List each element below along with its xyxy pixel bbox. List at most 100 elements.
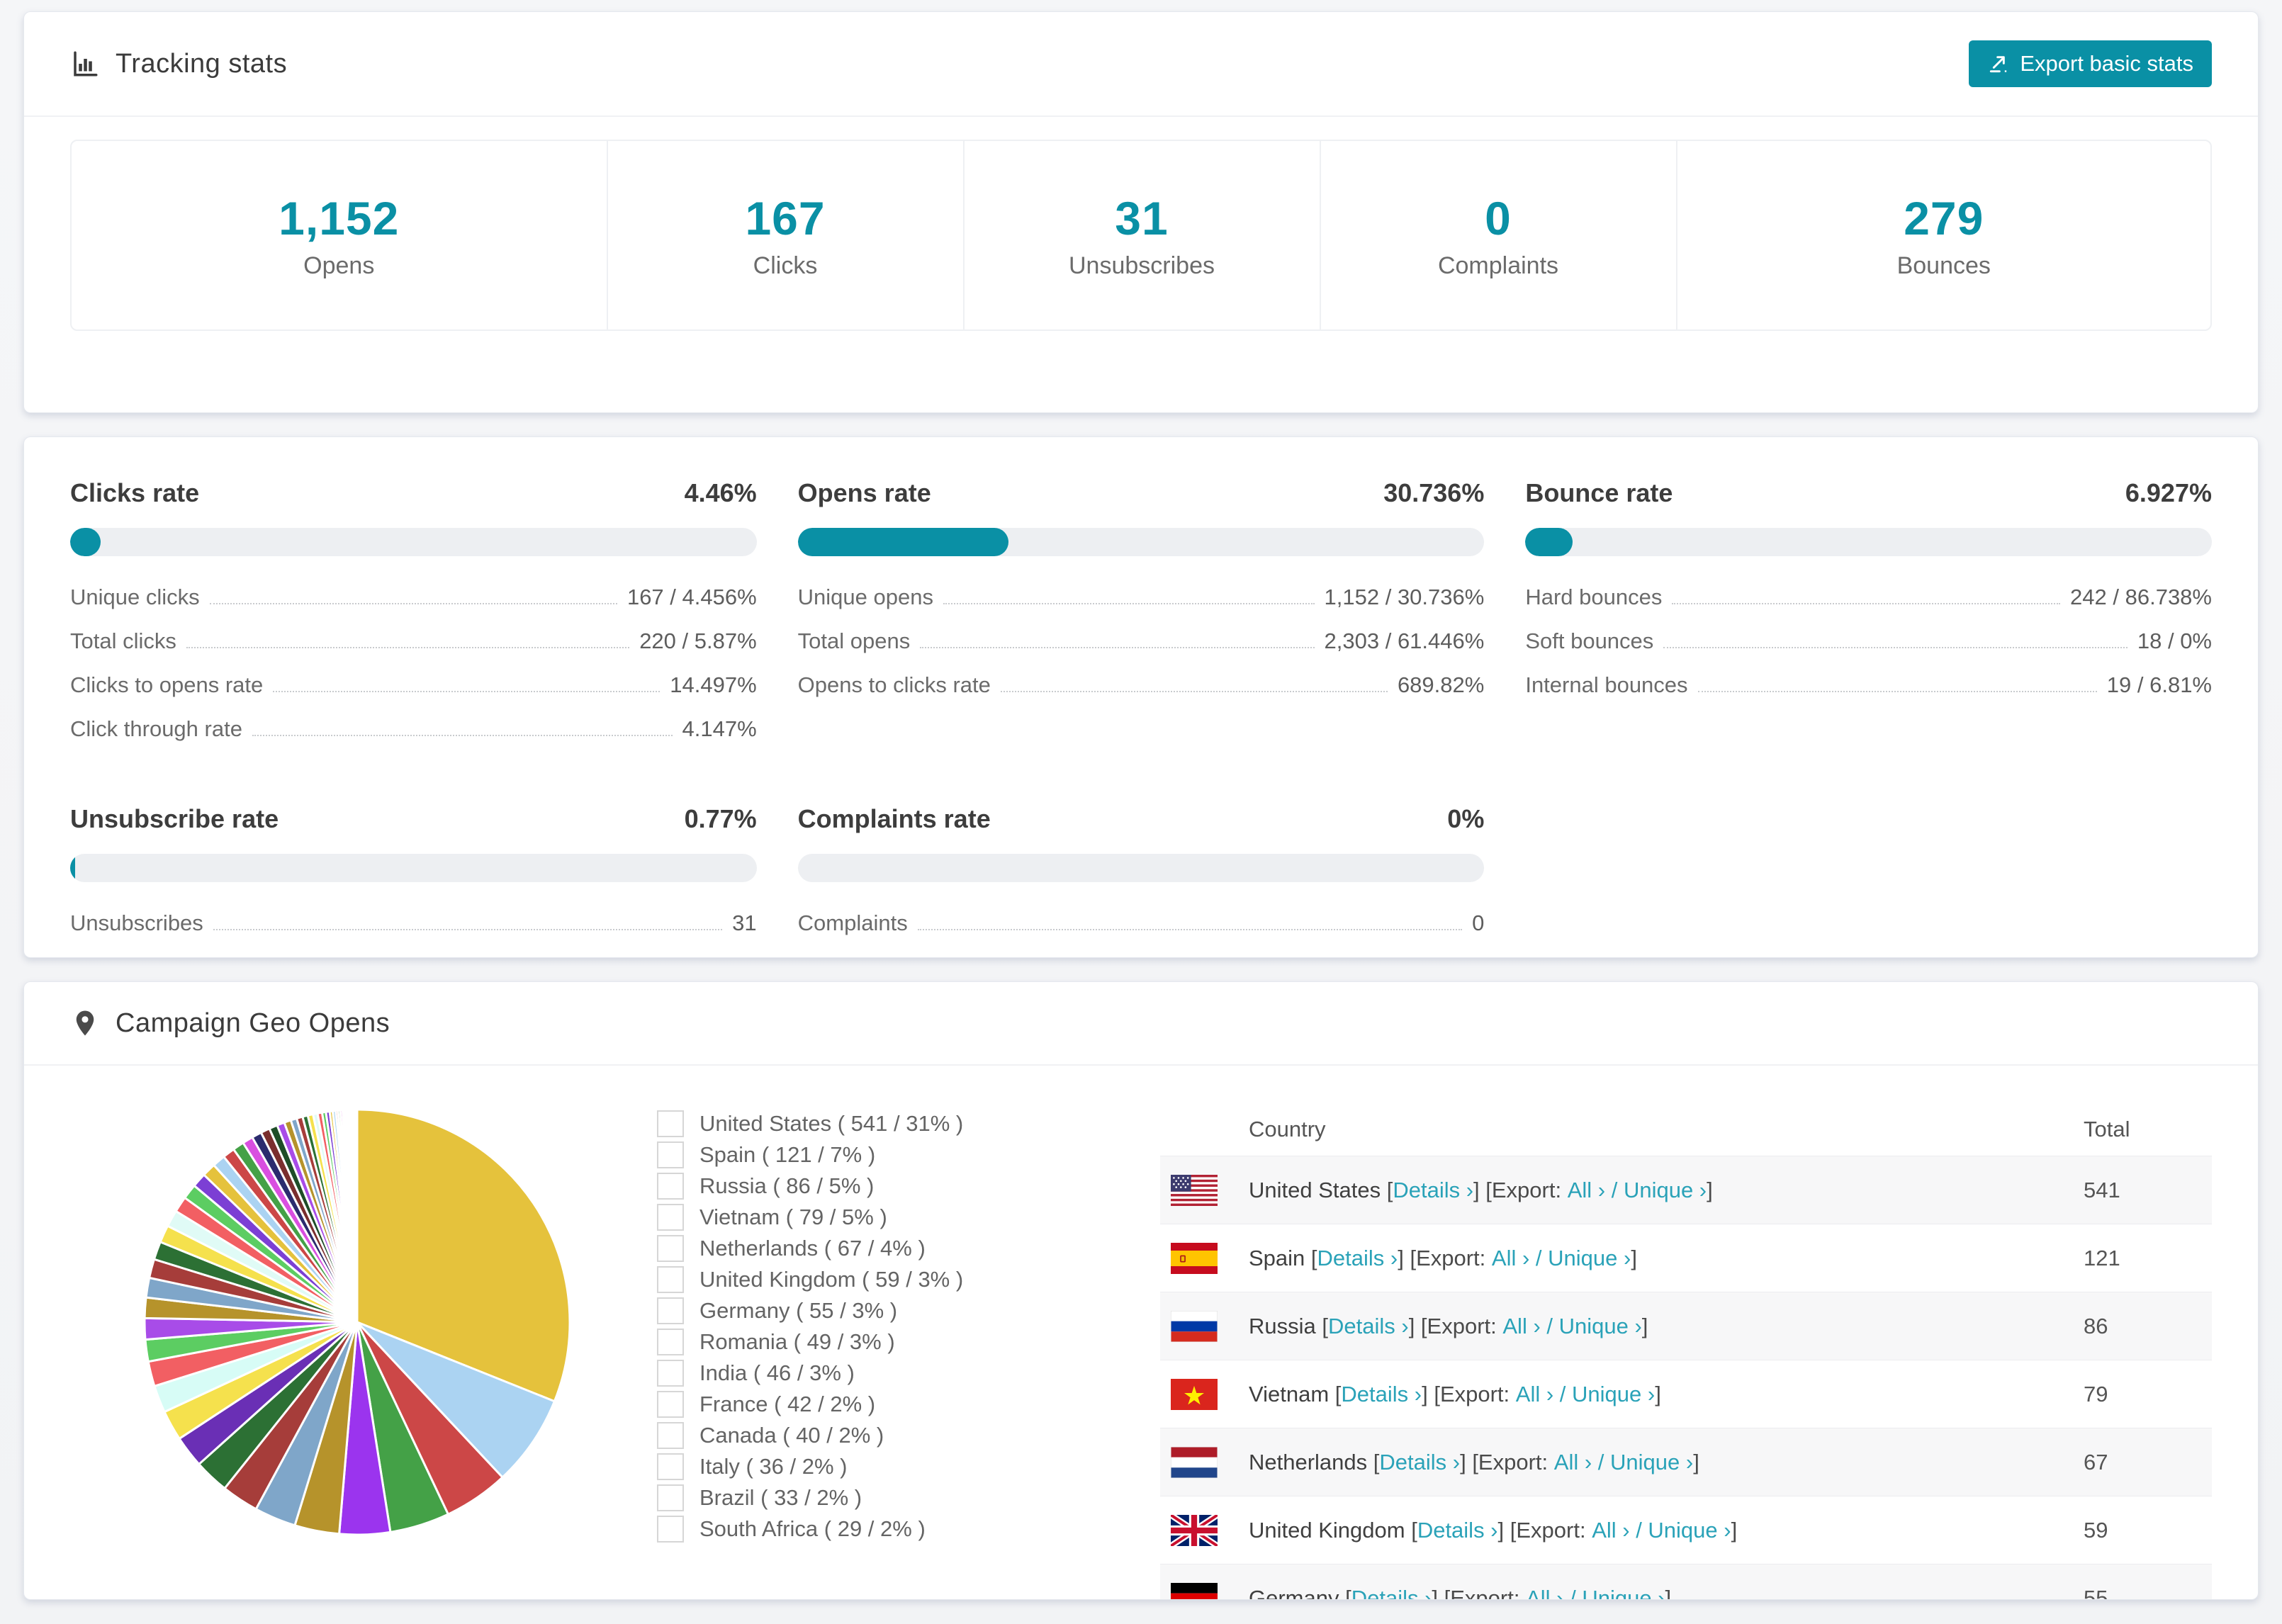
- details-link[interactable]: Details ›: [1341, 1382, 1422, 1407]
- geo-legend: United States ( 541 / 31% ) Spain ( 121 …: [657, 1108, 1146, 1545]
- export-all-link[interactable]: All ›: [1568, 1178, 1605, 1203]
- export-unique-link[interactable]: Unique ›: [1548, 1246, 1631, 1271]
- legend-swatch: [657, 1391, 684, 1418]
- opens-rate-block: Opens rate 30.736% Unique opens 1,152 / 3…: [797, 478, 1485, 760]
- metric-row: Total clicks 220 / 5.87%: [70, 628, 757, 653]
- total-value: 121: [2084, 1245, 2120, 1270]
- details-link[interactable]: Details ›: [1351, 1586, 1432, 1600]
- total-value: 86: [2084, 1313, 2108, 1338]
- total-value: 55: [2084, 1585, 2108, 1600]
- stat-bounces: 279 Bounces: [1675, 141, 2211, 329]
- export-all-link[interactable]: All ›: [1592, 1518, 1629, 1543]
- summary-stats-grid: 1,152 Opens 167 Clicks 31 Unsubscribes 0…: [70, 140, 2212, 331]
- legend-item[interactable]: Germany ( 55 / 3% ): [657, 1295, 1146, 1326]
- stat-clicks: 167 Clicks: [606, 141, 963, 329]
- unsubscribes-count: 31: [1115, 191, 1169, 244]
- bounces-label: Bounces: [1896, 252, 1991, 279]
- page-title: Tracking stats: [116, 48, 288, 79]
- metric-row: Click through rate 4.147%: [70, 716, 757, 741]
- legend-swatch: [657, 1173, 684, 1200]
- export-all-link[interactable]: All ›: [1502, 1314, 1540, 1339]
- export-icon: [1990, 56, 2007, 73]
- map-pin-icon: [76, 1010, 94, 1036]
- details-link[interactable]: Details ›: [1379, 1450, 1460, 1475]
- geo-opens-header: Campaign Geo Opens: [24, 982, 2258, 1066]
- export-unique-link[interactable]: Unique ›: [1582, 1586, 1665, 1600]
- geo-country-table: Country Total United States [Details ›] …: [1160, 1103, 2212, 1600]
- clicks-rate-value: 4.46%: [684, 478, 757, 507]
- stat-unsubscribes: 31 Unsubscribes: [962, 141, 1320, 329]
- metric-row: Hard bounces 242 / 86.738%: [1525, 585, 2212, 609]
- legend-item[interactable]: Russia ( 86 / 5% ): [657, 1171, 1146, 1202]
- stat-complaints: 0 Complaints: [1319, 141, 1676, 329]
- legend-swatch: [657, 1266, 684, 1293]
- export-all-link[interactable]: All ›: [1516, 1382, 1553, 1407]
- metric-row: Clicks to opens rate 14.497%: [70, 672, 757, 697]
- legend-item[interactable]: Spain ( 121 / 7% ): [657, 1139, 1146, 1171]
- clicks-rate-title: Clicks rate: [70, 478, 200, 507]
- legend-swatch: [657, 1329, 684, 1355]
- opens-label: Opens: [303, 252, 375, 279]
- metric-row: Soft bounces 18 / 0%: [1525, 628, 2212, 653]
- total-value: 79: [2084, 1381, 2108, 1406]
- export-unique-link[interactable]: Unique ›: [1648, 1518, 1731, 1543]
- details-link[interactable]: Details ›: [1417, 1518, 1498, 1543]
- complaints-rate-value: 0%: [1447, 804, 1485, 833]
- total-value: 67: [2084, 1449, 2108, 1474]
- legend-swatch: [657, 1297, 684, 1324]
- clicks-rate-progress-fill: [70, 528, 101, 556]
- legend-item[interactable]: South Africa ( 29 / 2% ): [657, 1513, 1146, 1545]
- legend-item[interactable]: Netherlands ( 67 / 4% ): [657, 1233, 1146, 1264]
- unsubscribe-rate-progress: [70, 854, 757, 882]
- country-flag: [1171, 1582, 1218, 1599]
- legend-item[interactable]: Canada ( 40 / 2% ): [657, 1420, 1146, 1451]
- unsubscribe-rate-progress-fill: [70, 854, 76, 882]
- export-all-link[interactable]: All ›: [1526, 1586, 1563, 1600]
- total-value: 59: [2084, 1517, 2108, 1543]
- opens-rate-value: 30.736%: [1383, 478, 1485, 507]
- metric-row: Unsubscribes 31: [70, 910, 757, 935]
- export-unique-link[interactable]: Unique ›: [1572, 1382, 1655, 1407]
- legend-item[interactable]: India ( 46 / 3% ): [657, 1358, 1146, 1389]
- legend-item[interactable]: Romania ( 49 / 3% ): [657, 1326, 1146, 1358]
- clicks-label: Clicks: [753, 252, 818, 279]
- table-row: Netherlands [Details ›] [Export: All › /…: [1160, 1428, 2212, 1496]
- export-button-label: Export basic stats: [2020, 51, 2193, 76]
- metric-row: Internal bounces 19 / 6.81%: [1525, 672, 2212, 697]
- export-unique-link[interactable]: Unique ›: [1559, 1314, 1642, 1339]
- geo-pie-wrap: [70, 1103, 644, 1542]
- unsubscribe-rate-value: 0.77%: [684, 804, 757, 833]
- page: { "accent_color": "#0a90a5", "link_color…: [0, 0, 2282, 1624]
- details-link[interactable]: Details ›: [1328, 1314, 1409, 1339]
- clicks-rate-block: Clicks rate 4.46% Unique clicks 167 / 4.4…: [70, 478, 757, 760]
- table-row: Russia [Details ›] [Export: All › / Uniq…: [1160, 1292, 2212, 1360]
- rates-card: Clicks rate 4.46% Unique clicks 167 / 4.4…: [23, 436, 2259, 958]
- legend-swatch: [657, 1235, 684, 1262]
- legend-item[interactable]: Vietnam ( 79 / 5% ): [657, 1202, 1146, 1233]
- legend-swatch: [657, 1110, 684, 1137]
- export-unique-link[interactable]: Unique ›: [1610, 1450, 1693, 1475]
- export-all-link[interactable]: All ›: [1492, 1246, 1529, 1271]
- tracking-stats-card: Tracking stats Export basic stats 1,152 …: [23, 11, 2259, 413]
- geo-pie-chart[interactable]: [137, 1103, 577, 1542]
- bounce-rate-progress: [1525, 528, 2212, 556]
- export-basic-stats-button[interactable]: Export basic stats: [1969, 40, 2212, 87]
- bounce-rate-block: Bounce rate 6.927% Hard bounces 242 / 86.…: [1525, 478, 2212, 760]
- rates-grid: Clicks rate 4.46% Unique clicks 167 / 4.4…: [70, 478, 2212, 954]
- legend-item[interactable]: France ( 42 / 2% ): [657, 1389, 1146, 1420]
- export-all-link[interactable]: All ›: [1554, 1450, 1592, 1475]
- country-flag: [1171, 1446, 1218, 1478]
- export-unique-link[interactable]: Unique ›: [1624, 1178, 1707, 1203]
- legend-item[interactable]: Italy ( 36 / 2% ): [657, 1451, 1146, 1482]
- unsubscribes-label: Unsubscribes: [1069, 252, 1215, 279]
- legend-item[interactable]: United Kingdom ( 59 / 3% ): [657, 1264, 1146, 1295]
- legend-item[interactable]: Brazil ( 33 / 2% ): [657, 1482, 1146, 1513]
- bounce-rate-value: 6.927%: [2125, 478, 2212, 507]
- details-link[interactable]: Details ›: [1393, 1178, 1473, 1203]
- complaints-rate-title: Complaints rate: [797, 804, 991, 833]
- details-link[interactable]: Details ›: [1317, 1246, 1398, 1271]
- opens-rate-progress-fill: [797, 528, 1009, 556]
- legend-item[interactable]: United States ( 541 / 31% ): [657, 1108, 1146, 1139]
- country-flag: [1171, 1174, 1218, 1206]
- tracking-stats-header: Tracking stats Export basic stats: [24, 12, 2258, 117]
